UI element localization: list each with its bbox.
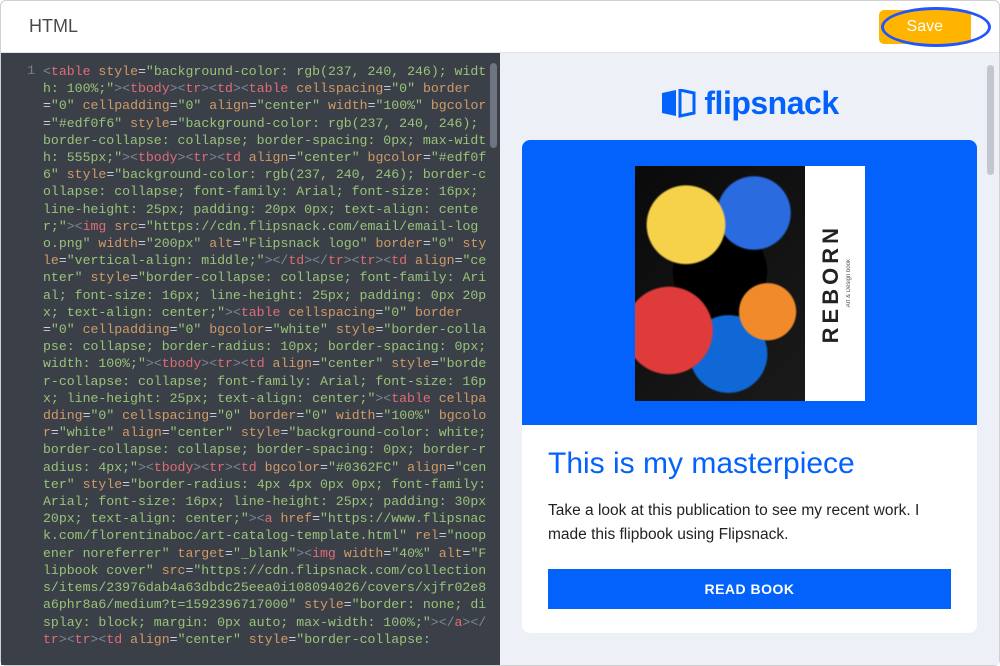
code-editor-pane[interactable]: 1 <table style="background-color: rgb(23… bbox=[1, 53, 500, 665]
preview-pane: flipsnack REBORN Art & Design book This … bbox=[500, 53, 999, 665]
email-body: This is my masterpiece Take a look at th… bbox=[522, 425, 977, 633]
code-content[interactable]: <table style="background-color: rgb(237,… bbox=[43, 63, 488, 665]
preview-scrollbar[interactable] bbox=[987, 65, 994, 175]
code-scrollbar[interactable] bbox=[490, 63, 497, 148]
flipbook-cover[interactable]: REBORN Art & Design book bbox=[635, 166, 865, 401]
line-gutter: 1 bbox=[1, 53, 43, 665]
save-button[interactable]: Save bbox=[879, 10, 971, 44]
cover-art bbox=[635, 166, 805, 401]
topbar: HTML Save bbox=[1, 1, 999, 53]
line-number: 1 bbox=[1, 63, 35, 78]
brand-logo: flipsnack bbox=[518, 63, 981, 140]
cover-spine-title: REBORN bbox=[818, 224, 844, 343]
cover-spine-sub: Art & Design book bbox=[846, 259, 852, 307]
flipsnack-icon bbox=[660, 89, 696, 119]
email-heading: This is my masterpiece bbox=[548, 447, 951, 481]
page-title: HTML bbox=[29, 16, 78, 37]
split-panes: 1 <table style="background-color: rgb(23… bbox=[1, 53, 999, 665]
hero-section: REBORN Art & Design book bbox=[522, 140, 977, 425]
cover-spine: REBORN Art & Design book bbox=[805, 166, 865, 401]
email-card: REBORN Art & Design book This is my mast… bbox=[522, 140, 977, 633]
read-book-button[interactable]: READ BOOK bbox=[548, 569, 951, 609]
brand-name: flipsnack bbox=[704, 85, 838, 122]
email-description: Take a look at this publication to see m… bbox=[548, 499, 951, 547]
